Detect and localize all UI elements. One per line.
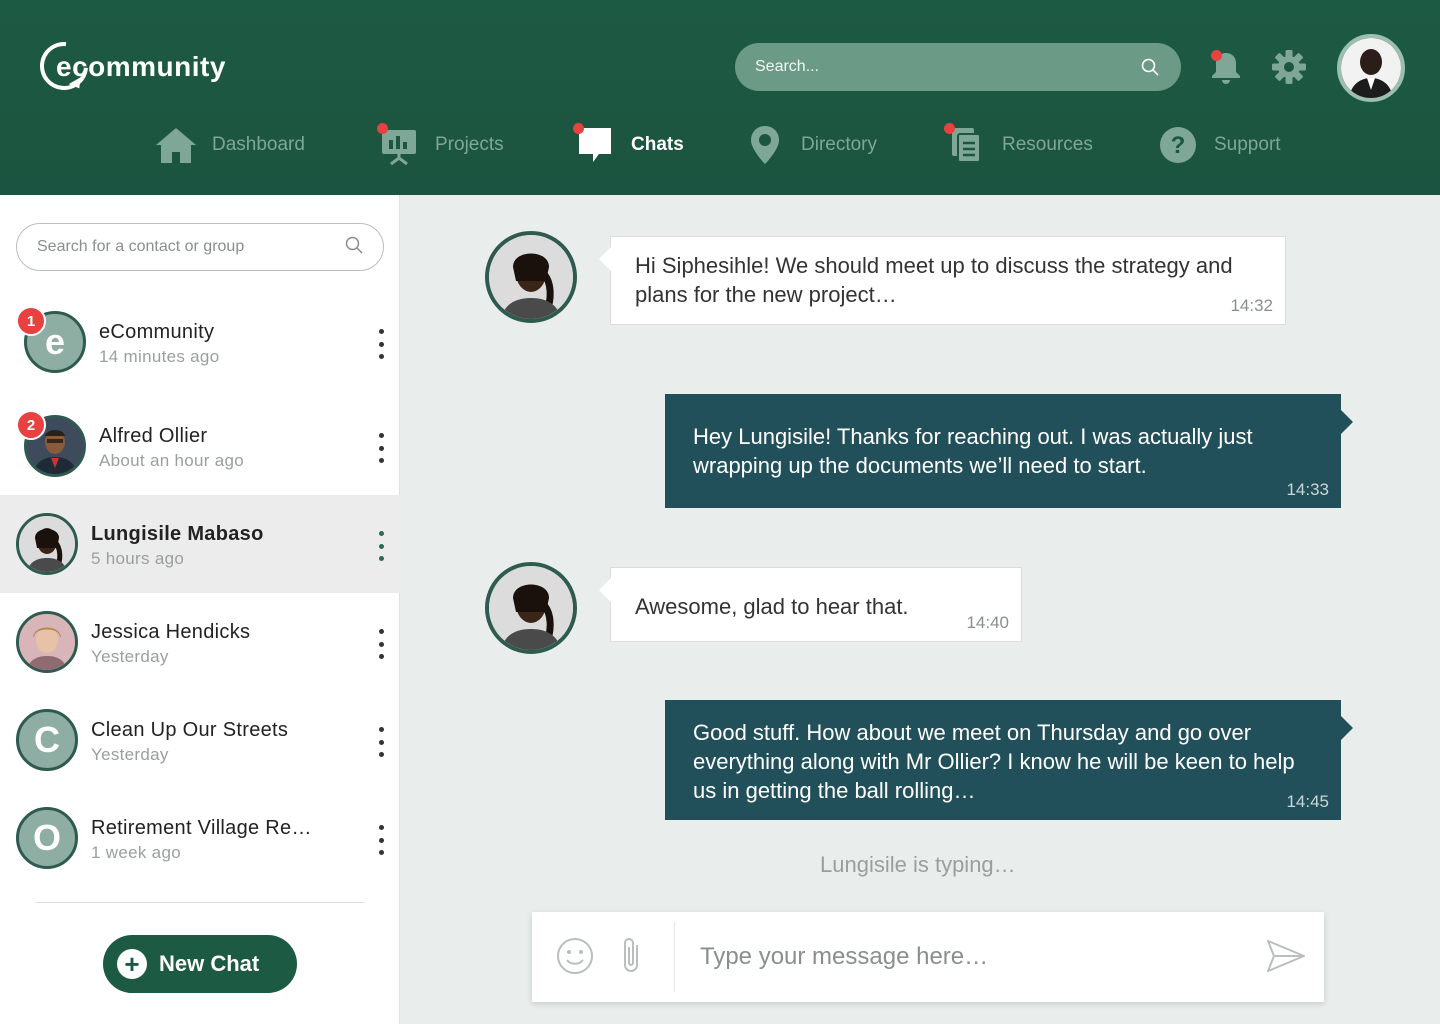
message-composer <box>532 912 1324 1002</box>
presentation-icon <box>377 123 421 167</box>
contact-last-active: Yesterday <box>91 647 169 666</box>
message-bubble-incoming: Awesome, glad to hear that. 14:40 <box>599 567 1022 642</box>
sidebar-divider <box>36 902 364 903</box>
message-bubble-outgoing: Hey Lungisile! Thanks for reaching out. … <box>665 394 1353 508</box>
more-options-icon[interactable] <box>376 433 386 463</box>
unread-badge: 1 <box>16 306 46 336</box>
chat-bubble-icon <box>573 123 617 167</box>
message-bubble-incoming: Hi Siphesihle! We should meet up to disc… <box>599 236 1286 325</box>
user-photo <box>1341 38 1401 98</box>
message-text: Good stuff. How about we meet on Thursda… <box>693 720 1295 803</box>
home-icon <box>154 123 198 167</box>
global-search <box>735 43 1181 91</box>
contact-name: Lungisile Mabaso <box>91 523 264 545</box>
message-text: Hi Siphesihle! We should meet up to disc… <box>635 253 1233 307</box>
gear-icon <box>1272 50 1306 84</box>
nav-label: Dashboard <box>212 134 305 155</box>
more-options-icon[interactable] <box>376 825 386 855</box>
more-options-icon[interactable] <box>376 727 386 757</box>
message-time: 14:33 <box>1286 480 1329 499</box>
contact-item-retirement-village[interactable]: O Retirement Village Re… 1 week ago <box>0 789 400 887</box>
contact-last-active: About an hour ago <box>99 451 244 470</box>
contact-name: Clean Up Our Streets <box>91 719 289 741</box>
sender-avatar[interactable] <box>485 562 577 654</box>
emoji-icon[interactable] <box>555 936 595 976</box>
new-chat-label: New Chat <box>159 951 260 976</box>
send-icon[interactable] <box>1266 936 1306 976</box>
avatar <box>16 611 78 673</box>
unread-badge: 2 <box>16 410 46 440</box>
more-options-icon[interactable] <box>376 629 386 659</box>
contact-item-jessica-hendicks[interactable]: Jessica Hendicks Yesterday <box>0 593 400 691</box>
plus-icon: + <box>117 949 147 979</box>
message-time: 14:32 <box>1230 296 1273 315</box>
chats-notification-dot <box>573 123 584 134</box>
contact-last-active: Yesterday <box>91 745 169 764</box>
nav-label: Resources <box>1002 134 1093 155</box>
contacts-sidebar: e 1 eCommunity 14 minutes ago 2 Alfred O… <box>0 195 400 1024</box>
message-time: 14:40 <box>966 613 1009 632</box>
contact-item-ecommunity[interactable]: e 1 eCommunity 14 minutes ago <box>0 293 400 391</box>
location-pin-icon <box>743 123 787 167</box>
nav-support[interactable]: ? Support <box>1156 120 1281 170</box>
message-time: 14:45 <box>1286 792 1329 811</box>
contact-search-input[interactable] <box>37 238 345 256</box>
message-input[interactable] <box>700 934 1240 980</box>
contact-name: Alfred Ollier <box>99 425 208 447</box>
nav-label: Projects <box>435 134 504 155</box>
sender-avatar[interactable] <box>485 231 577 323</box>
more-options-icon[interactable] <box>376 329 386 359</box>
user-profile-avatar[interactable] <box>1337 34 1405 102</box>
nav-projects[interactable]: Projects <box>377 120 504 170</box>
documents-icon <box>944 123 988 167</box>
contact-last-active: 5 hours ago <box>91 549 185 568</box>
contact-last-active: 1 week ago <box>91 843 181 862</box>
question-icon: ? <box>1156 123 1200 167</box>
contact-search <box>16 223 384 271</box>
avatar <box>16 513 78 575</box>
contact-name: Jessica Hendicks <box>91 621 251 643</box>
top-header: ecommunity Search... Dashboard Projects … <box>0 0 1440 195</box>
nav-label: Chats <box>631 134 684 155</box>
contact-name: eCommunity <box>99 321 215 343</box>
message-bubble-outgoing: Good stuff. How about we meet on Thursda… <box>665 700 1353 820</box>
projects-notification-dot <box>377 123 388 134</box>
nav-label: Directory <box>801 134 878 155</box>
typing-indicator: Lungisile is typing… <box>820 852 1016 877</box>
nav-resources[interactable]: Resources <box>944 120 1093 170</box>
notification-dot <box>1211 50 1222 61</box>
contact-item-lungisile-mabaso[interactable]: Lungisile Mabaso 5 hours ago <box>0 495 400 593</box>
settings-button[interactable] <box>1270 48 1308 86</box>
notifications-button[interactable] <box>1207 48 1245 86</box>
search-icon[interactable] <box>345 236 363 259</box>
contact-last-active: 14 minutes ago <box>99 347 220 366</box>
message-text: Awesome, glad to hear that. <box>635 594 909 619</box>
contact-name: Retirement Village Re… <box>91 817 312 839</box>
nav-dashboard[interactable]: Dashboard <box>154 120 305 170</box>
nav-chats[interactable]: Chats <box>573 120 684 170</box>
avatar: O <box>16 807 78 869</box>
composer-divider <box>674 922 675 992</box>
global-search-input[interactable] <box>755 58 1139 76</box>
new-chat-button[interactable]: + New Chat <box>103 935 297 993</box>
more-options-icon[interactable] <box>376 531 386 561</box>
contact-item-clean-up-our-streets[interactable]: C Clean Up Our Streets Yesterday <box>0 691 400 789</box>
svg-text:?: ? <box>1171 132 1186 159</box>
message-text: Hey Lungisile! Thanks for reaching out. … <box>693 424 1253 478</box>
nav-label: Support <box>1214 134 1281 155</box>
app-logo[interactable]: ecommunity <box>30 32 225 100</box>
logo-text: ecommunity <box>56 51 226 82</box>
resources-notification-dot <box>944 123 955 134</box>
contact-item-alfred-ollier[interactable]: 2 Alfred Ollier About an hour ago <box>0 397 400 495</box>
search-icon[interactable] <box>1139 56 1161 78</box>
nav-directory[interactable]: Directory <box>743 120 877 170</box>
avatar: C <box>16 709 78 771</box>
main-nav: Dashboard Projects Chats Directory Resou… <box>0 120 1440 170</box>
paperclip-icon[interactable] <box>612 936 652 976</box>
